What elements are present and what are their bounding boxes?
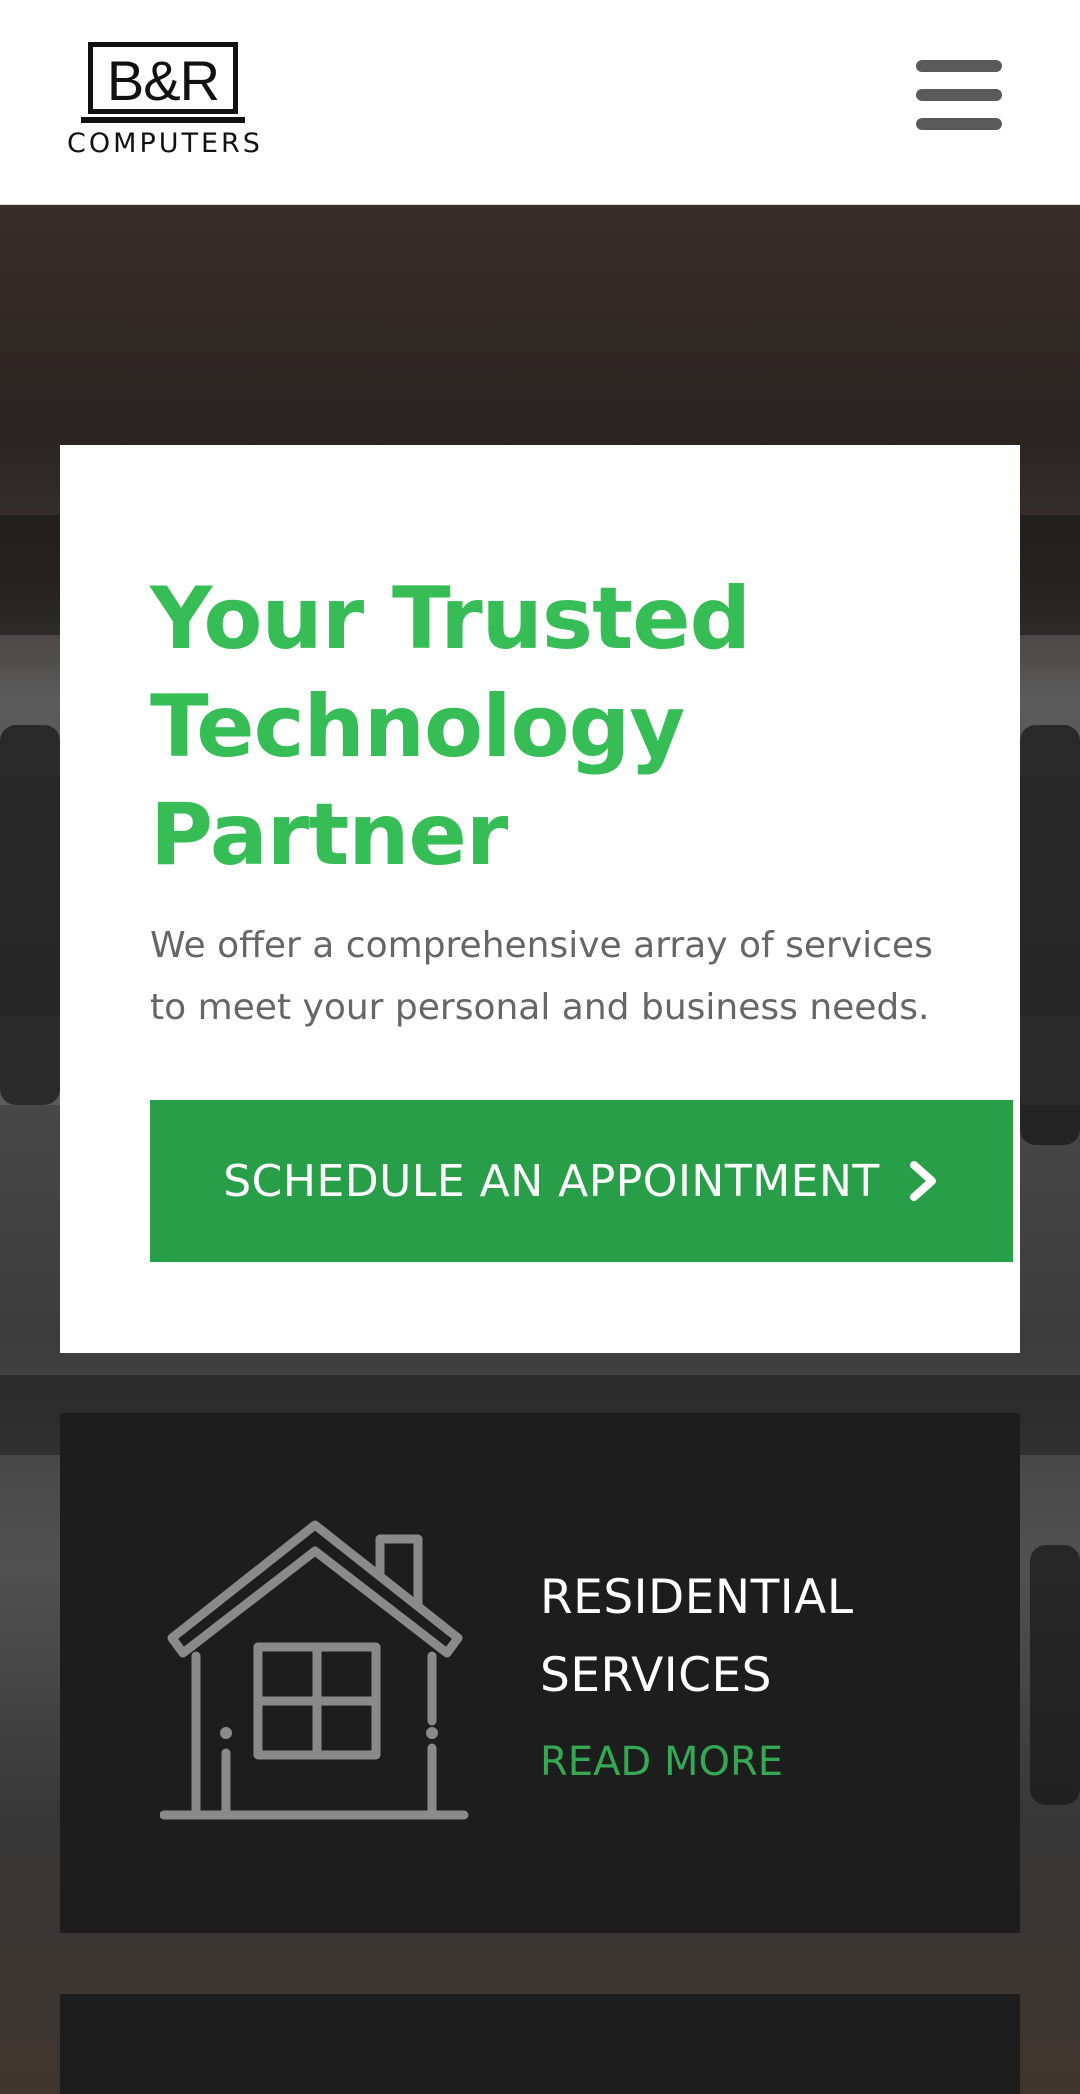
site-header: B&R COMPUTERS: [0, 0, 1080, 205]
logo[interactable]: B&R COMPUTERS: [58, 40, 272, 160]
cta-label: SCHEDULE AN APPOINTMENT: [223, 1155, 880, 1207]
hero-description: We offer a comprehensive array of servic…: [150, 925, 933, 1028]
page: B&R COMPUTERS Your Trusted Technology Pa…: [0, 0, 1080, 2094]
chevron-right-icon: [909, 1161, 936, 1201]
hero-card: Your Trusted Technology Partner We offer…: [60, 445, 1020, 1353]
read-more-link[interactable]: READ MORE: [540, 1739, 783, 1785]
background-shape: [1020, 725, 1080, 1145]
hero-title: Your Trusted Technology Partner: [150, 569, 751, 885]
logo-mark: B&R: [106, 49, 220, 112]
service-card-next: [60, 1994, 1020, 2094]
logo-box: B&R: [81, 42, 245, 123]
hamburger-menu-icon[interactable]: [916, 58, 1004, 136]
logo-subtitle: COMPUTERS: [67, 128, 263, 159]
house-icon: [160, 1520, 469, 1820]
background-shape: [1030, 1545, 1080, 1805]
service-card-residential: RESIDENTIAL SERVICES READ MORE: [60, 1413, 1020, 1933]
menu-bar: [916, 118, 1002, 130]
background-shape: [0, 725, 60, 1105]
menu-bar: [916, 89, 1002, 101]
service-title: RESIDENTIAL SERVICES: [540, 1570, 854, 1703]
schedule-appointment-button[interactable]: SCHEDULE AN APPOINTMENT: [150, 1100, 1013, 1262]
menu-bar: [916, 60, 1002, 72]
